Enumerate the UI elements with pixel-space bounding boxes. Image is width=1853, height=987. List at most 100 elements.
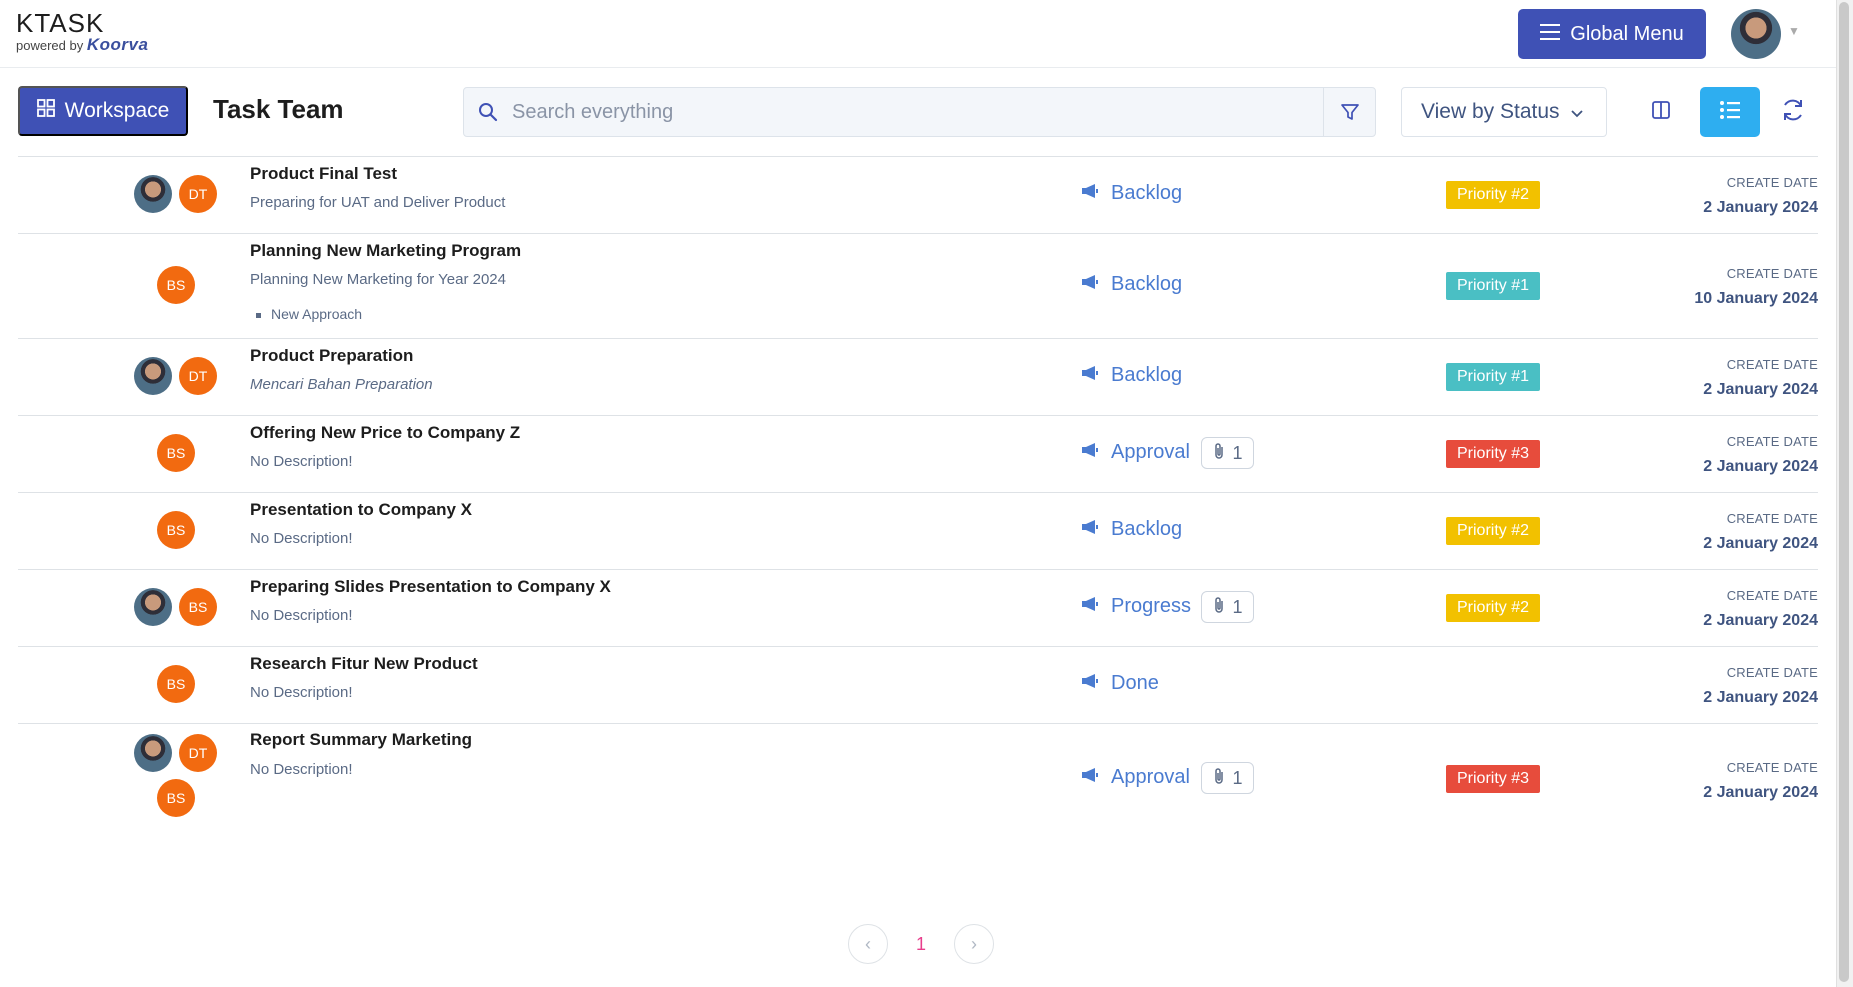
scrollbar-thumb[interactable] <box>1839 2 1849 982</box>
avatar[interactable]: DT <box>179 175 217 213</box>
avatar[interactable]: BS <box>157 266 195 304</box>
create-date-value: 2 January 2024 <box>1703 535 1818 552</box>
top-bar: KTASK powered by Koorva Global Menu ▼ <box>0 0 1836 68</box>
task-description: No Description! <box>250 530 353 547</box>
task-title[interactable]: Planning New Marketing Program <box>250 241 521 261</box>
avatar[interactable]: BS <box>157 434 195 472</box>
paperclip-icon <box>1212 596 1226 619</box>
search-input[interactable] <box>512 88 1323 136</box>
task-status[interactable]: Backlog <box>1081 518 1182 541</box>
priority-badge: Priority #3 <box>1446 440 1540 468</box>
create-date-value: 2 January 2024 <box>1703 381 1818 398</box>
powered-by-logo: Koorva <box>86 35 149 54</box>
task-row[interactable]: DT Product Final Test Preparing for UAT … <box>18 156 1818 233</box>
task-row[interactable]: DT BS Report Summary Marketing No Descri… <box>18 723 1818 823</box>
filter-icon[interactable] <box>1323 88 1375 136</box>
brand-name: KTASK <box>16 8 105 38</box>
task-title[interactable]: Presentation to Company X <box>250 500 472 520</box>
avatar[interactable]: DT <box>179 357 217 395</box>
task-row[interactable]: BS Offering New Price to Company Z No De… <box>18 415 1818 492</box>
attachment-badge[interactable]: 1 <box>1201 591 1254 623</box>
powered-by: powered by Koorva <box>16 35 149 54</box>
attachment-badge[interactable]: 1 <box>1201 437 1254 469</box>
task-row[interactable]: BS Presentation to Company X No Descript… <box>18 492 1818 569</box>
task-row[interactable]: BS Preparing Slides Presentation to Comp… <box>18 569 1818 646</box>
task-status[interactable]: Done <box>1081 672 1159 695</box>
task-status[interactable]: Approval <box>1081 441 1190 464</box>
task-title[interactable]: Research Fitur New Product <box>250 654 478 674</box>
task-row[interactable]: BS Research Fitur New Product No Descrip… <box>18 646 1818 723</box>
global-menu-button[interactable]: Global Menu <box>1518 9 1706 59</box>
task-title[interactable]: Offering New Price to Company Z <box>250 423 520 443</box>
paperclip-icon <box>1212 767 1226 790</box>
megaphone-icon <box>1081 441 1099 464</box>
next-page-button[interactable]: › <box>954 924 994 964</box>
chevron-right-icon: › <box>971 933 977 954</box>
priority-badge: Priority #1 <box>1446 363 1540 391</box>
megaphone-icon <box>1081 518 1099 541</box>
megaphone-icon <box>1081 672 1099 695</box>
task-description: Preparing for UAT and Deliver Product <box>250 194 506 211</box>
create-date-value: 2 January 2024 <box>1703 689 1818 706</box>
task-status-label: Backlog <box>1111 182 1183 204</box>
task-description: Mencari Bahan Preparation <box>250 376 433 393</box>
priority-badge: Priority #3 <box>1446 765 1540 793</box>
task-title[interactable]: Product Final Test <box>250 164 397 184</box>
chevron-down-icon <box>1570 100 1584 124</box>
refresh-button[interactable] <box>1763 87 1823 137</box>
attachment-count: 1 <box>1232 767 1243 788</box>
avatar[interactable]: DT <box>179 734 217 772</box>
brand-logo[interactable]: KTASK powered by Koorva <box>16 10 148 54</box>
task-status[interactable]: Progress <box>1081 595 1191 618</box>
search-bar <box>463 87 1376 137</box>
megaphone-icon <box>1081 766 1099 789</box>
avatar[interactable] <box>134 588 172 626</box>
task-status-label: Backlog <box>1111 518 1183 540</box>
column-view-button[interactable] <box>1631 87 1691 137</box>
task-status[interactable]: Backlog <box>1081 182 1182 205</box>
powered-by-label: powered by <box>16 38 84 53</box>
megaphone-icon <box>1081 182 1099 205</box>
view-by-select[interactable]: View by Status <box>1401 87 1607 137</box>
avatar[interactable]: BS <box>179 588 217 626</box>
avatar[interactable]: BS <box>157 511 195 549</box>
avatar[interactable]: BS <box>157 779 195 817</box>
task-row[interactable]: DT Product Preparation Mencari Bahan Pre… <box>18 338 1818 415</box>
task-title[interactable]: Preparing Slides Presentation to Company… <box>250 577 611 597</box>
task-status[interactable]: Backlog <box>1081 364 1182 387</box>
task-title[interactable]: Product Preparation <box>250 346 413 366</box>
task-description: No Description! <box>250 453 353 470</box>
task-title[interactable]: Report Summary Marketing <box>250 730 472 750</box>
task-status-label: Backlog <box>1111 273 1183 295</box>
workspace-label: Workspace <box>64 99 170 122</box>
avatar[interactable] <box>134 175 172 213</box>
refresh-icon <box>1780 97 1806 128</box>
create-date-value: 2 January 2024 <box>1703 199 1818 216</box>
user-avatar[interactable] <box>1731 9 1781 59</box>
task-row[interactable]: BS Planning New Marketing Program Planni… <box>18 233 1818 338</box>
create-date-label: CREATE DATE <box>1726 357 1818 372</box>
task-status-label: Approval <box>1111 766 1190 788</box>
attachment-badge[interactable]: 1 <box>1201 762 1254 794</box>
chevron-down-icon[interactable]: ▼ <box>1788 24 1800 38</box>
pagination: ‹ 1 › <box>848 924 994 964</box>
avatar[interactable] <box>134 357 172 395</box>
task-bullet-text: New Approach <box>271 306 363 322</box>
create-date-value: 2 January 2024 <box>1703 784 1818 801</box>
task-description: No Description! <box>250 684 353 701</box>
task-status[interactable]: Approval <box>1081 766 1190 789</box>
task-status[interactable]: Backlog <box>1081 273 1182 296</box>
list-view-button[interactable] <box>1700 87 1760 137</box>
paperclip-icon <box>1212 442 1226 465</box>
avatar[interactable]: BS <box>157 665 195 703</box>
columns-icon <box>1651 100 1671 125</box>
prev-page-button[interactable]: ‹ <box>848 924 888 964</box>
page-number[interactable]: 1 <box>914 934 928 955</box>
create-date-value: 2 January 2024 <box>1703 458 1818 475</box>
task-description: No Description! <box>250 761 353 778</box>
grid-icon <box>36 99 55 123</box>
workspace-button[interactable]: Workspace <box>18 86 188 136</box>
task-status-label: Backlog <box>1111 364 1183 386</box>
chevron-left-icon: ‹ <box>865 933 871 954</box>
avatar[interactable] <box>134 734 172 772</box>
